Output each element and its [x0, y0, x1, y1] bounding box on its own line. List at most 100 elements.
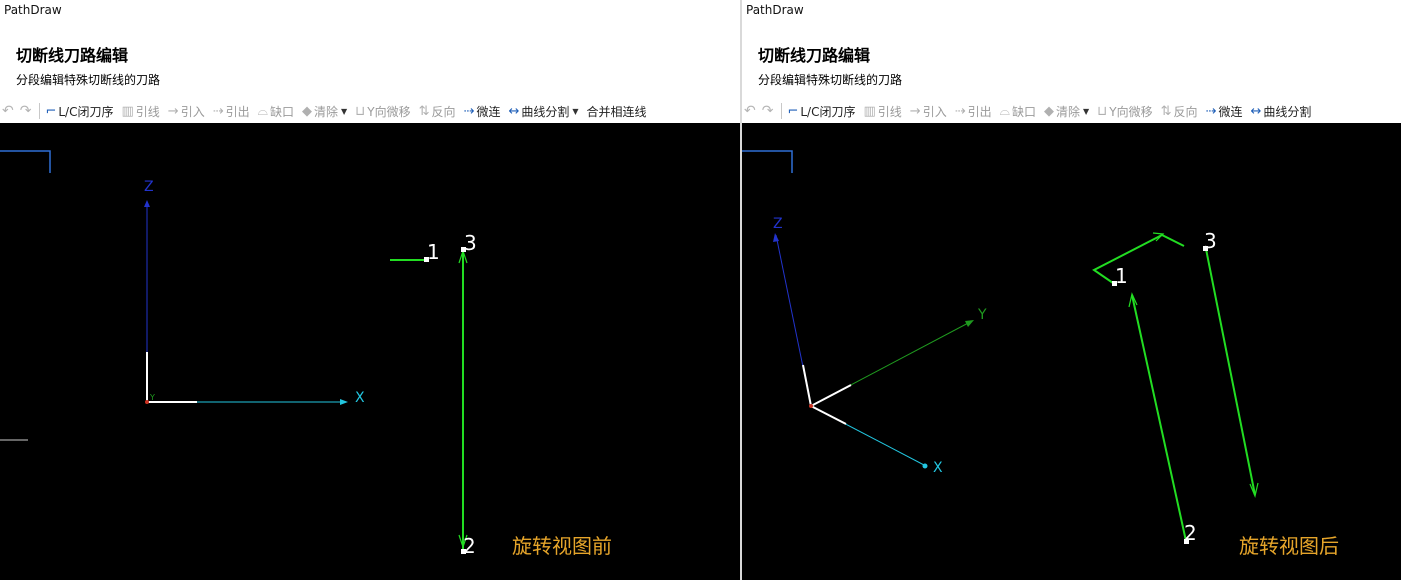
redo-icon[interactable]: ↷ [20, 103, 32, 119]
toolbar-button-10[interactable]: 合并相连线 [587, 103, 647, 120]
lead-out-icon: ⇢ [954, 103, 966, 119]
point-label-3: 3 [464, 231, 477, 255]
toolbar-separator [781, 103, 783, 119]
y-axis-label: Y [149, 393, 155, 402]
left-panel: PathDraw 切断线刀路编辑 分段编辑特殊切断线的刀路 ↶ ↷ ⌐ L/C闭刀… [0, 0, 740, 580]
toolbar-button-6[interactable]: ⊔ Y向微移 [355, 103, 411, 120]
lead-in-icon: → [167, 103, 179, 119]
toolbar-button-4[interactable]: ⌓ 缺口 [258, 103, 294, 120]
lc-sequence-icon: ⌐ [45, 103, 57, 119]
toolbar-button-label: 清除 [1055, 104, 1080, 119]
right-panel: PathDraw 切断线刀路编辑 分段编辑特殊切断线的刀路 ↶ ↷ ⌐ L/C闭刀… [742, 0, 1401, 580]
page-subtitle: 分段编辑特殊切断线的刀路 [758, 73, 903, 87]
toolbar-button-label: Y向微移 [367, 104, 411, 119]
toolbar-button-0[interactable]: ⌐ L/C闭刀序 [45, 103, 113, 120]
toolbar-button-label: 微连 [1218, 104, 1243, 119]
toolbar-button-9[interactable]: ↔ 曲线分割 [1250, 103, 1311, 120]
toolbar-button-8[interactable]: ⇢ 微连 [464, 103, 501, 120]
curve-split-icon: ↔ [1250, 103, 1262, 119]
toolbar-button-label: 引入 [922, 104, 947, 119]
toolbar-button-1[interactable]: ▥ 引线 [863, 103, 901, 120]
drawing-canvas[interactable]: Z X Y 1 3 2 旋转视图前 [0, 123, 740, 580]
path-segment-2[interactable] [1131, 294, 1187, 542]
toolbar-button-3[interactable]: ⇢ 引出 [955, 103, 992, 120]
toolbar-button-label: Y向微移 [1109, 104, 1153, 119]
toolbar-separator [39, 103, 41, 119]
y-axis-label: Y [977, 307, 987, 323]
point-label-3: 3 [1204, 229, 1217, 253]
chevron-down-icon[interactable]: ▼ [1083, 107, 1089, 116]
toolbar-button-1[interactable]: ▥ 引线 [121, 103, 159, 120]
z-axis-arrow [144, 200, 150, 207]
curve-split-icon: ↔ [508, 103, 520, 119]
reverse-icon: ⇅ [418, 103, 430, 119]
toolbar-button-label: 微连 [476, 104, 501, 119]
canvas-svg: Z Y X 1 3 2 旋转视图后 [742, 150, 1339, 558]
canvas-svg: Z X Y 1 3 2 旋转视图前 [0, 150, 612, 558]
redo-icon[interactable]: ↷ [762, 103, 774, 119]
toolbar-button-label: L/C闭刀序 [800, 104, 856, 119]
frame-outline [742, 150, 793, 173]
toolbar-button-2[interactable]: → 引入 [910, 103, 947, 120]
point-label-2: 2 [1184, 521, 1197, 545]
chevron-down-icon[interactable]: ▼ [572, 107, 578, 116]
caption-after: 旋转视图后 [1239, 534, 1339, 558]
y-nudge-icon: ⊔ [1097, 103, 1108, 119]
point-label-1: 1 [1115, 264, 1128, 288]
origin-point [809, 404, 813, 408]
toolbar-button-2[interactable]: → 引入 [168, 103, 205, 120]
path-segment-3[interactable] [1205, 248, 1256, 496]
reverse-icon: ⇅ [1160, 103, 1172, 119]
y-axis-origin-segment [810, 384, 852, 407]
toolbar-button-label: 引入 [180, 104, 205, 119]
x-axis-arrow [922, 463, 928, 469]
toolbar-button-6[interactable]: ⊔ Y向微移 [1097, 103, 1153, 120]
micro-joint-icon: ⇢ [1205, 103, 1217, 119]
x-axis-arrow [340, 399, 348, 405]
caption-before: 旋转视图前 [512, 534, 612, 558]
x-axis-origin-segment [810, 405, 847, 425]
toolbar-button-label: 反向 [1173, 104, 1198, 119]
toolbar-button-label: 反向 [431, 104, 456, 119]
toolbar-button-0[interactable]: ⌐ L/C闭刀序 [787, 103, 855, 120]
undo-icon[interactable]: ↶ [2, 103, 14, 119]
toolbar-button-label: 缺口 [269, 104, 294, 119]
undo-icon[interactable]: ↶ [744, 103, 756, 119]
x-axis-label: X [933, 460, 943, 476]
toolbar-button-5[interactable]: ◆ 清除 ▼ [302, 103, 347, 120]
lead-line-icon: ▥ [863, 103, 876, 119]
toolbar-button-label: 曲线分割 [521, 104, 570, 119]
toolbar-button-4[interactable]: ⌓ 缺口 [1000, 103, 1036, 120]
undo-redo-group: ↶ ↷ [2, 103, 37, 119]
z-axis-arrow [773, 233, 779, 242]
toolbar: ↶ ↷ ⌐ L/C闭刀序 ▥ 引线 → 引入 ⇢ 引出 ⌓ 缺口 ◆ 清除 ▼ ⊔ Y向微移 ⇅ 反向 ⇢ 微连 ↔ 曲… [0, 100, 740, 122]
chevron-down-icon[interactable]: ▼ [341, 107, 347, 116]
notch-icon: ⌓ [999, 103, 1010, 119]
x-axis-label: X [355, 390, 365, 406]
toolbar-button-label: 引出 [225, 104, 250, 119]
undo-redo-group: ↶ ↷ [744, 103, 779, 119]
toolbar: ↶ ↷ ⌐ L/C闭刀序 ▥ 引线 → 引入 ⇢ 引出 ⌓ 缺口 ◆ 清除 ▼ ⊔ Y向微移 ⇅ 反向 ⇢ 微连 ↔ 曲… [742, 100, 1401, 122]
toolbar-button-5[interactable]: ◆ 清除 ▼ [1044, 103, 1089, 120]
z-axis-label: Z [773, 216, 783, 232]
y-axis-arrow [965, 320, 974, 327]
clear-icon: ◆ [1043, 103, 1054, 119]
lead-line-icon: ▥ [121, 103, 134, 119]
toolbar-button-label: L/C闭刀序 [58, 104, 114, 119]
toolbar-button-label: 缺口 [1011, 104, 1036, 119]
drawing-canvas[interactable]: Z Y X 1 3 2 旋转视图后 [742, 123, 1401, 580]
toolbar-button-3[interactable]: ⇢ 引出 [213, 103, 250, 120]
toolbar-button-label: 合并相连线 [586, 104, 647, 119]
toolbar-button-7[interactable]: ⇅ 反向 [419, 103, 456, 120]
notch-icon: ⌓ [257, 103, 268, 119]
lead-in-icon: → [909, 103, 921, 119]
path-segment-1[interactable] [1092, 233, 1185, 284]
toolbar-button-8[interactable]: ⇢ 微连 [1206, 103, 1243, 120]
point-label-2: 2 [463, 534, 476, 558]
frame-outline [0, 150, 51, 173]
page-subtitle: 分段编辑特殊切断线的刀路 [16, 73, 161, 87]
toolbar-button-label: 清除 [313, 104, 338, 119]
toolbar-button-7[interactable]: ⇅ 反向 [1161, 103, 1198, 120]
toolbar-button-9[interactable]: ↔ 曲线分割 ▼ [508, 103, 578, 120]
z-axis-origin-segment [802, 364, 812, 407]
